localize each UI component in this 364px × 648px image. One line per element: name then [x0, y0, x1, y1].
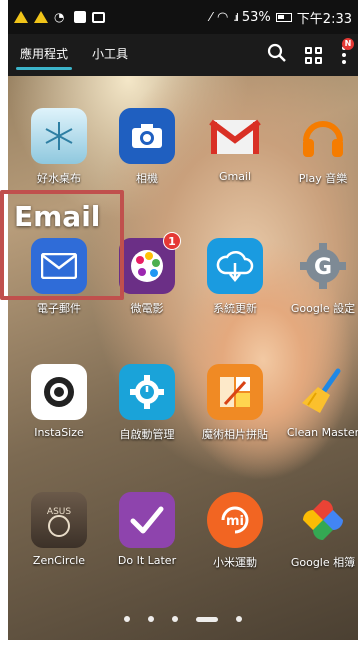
app-label: Clean Master [286, 426, 358, 439]
app-clean-master[interactable]: Clean Master [280, 364, 358, 439]
signal-icon: .ıl [233, 10, 238, 24]
app-label: Google 相簿 [290, 556, 356, 569]
pinwheel-icon [295, 492, 351, 548]
snowflake-wallpaper-icon [31, 108, 87, 164]
checkmark-icon [119, 492, 175, 548]
wifi-icon: ◠ [216, 9, 229, 25]
gmail-icon [207, 108, 263, 164]
instasize-lens-icon [31, 364, 87, 420]
app-instasize[interactable]: InstaSize [16, 364, 102, 439]
headphones-icon [295, 108, 351, 164]
svg-text:G: G [314, 255, 332, 280]
app-google-photos[interactable]: Google 相簿 [280, 492, 358, 570]
app-label: ZenCircle [32, 554, 86, 567]
app-label: 小米運動 [213, 556, 257, 569]
svg-text:mi: mi [226, 514, 244, 529]
app-mi-sport[interactable]: mi 小米運動 [192, 492, 278, 570]
search-icon[interactable] [267, 43, 287, 68]
warning-icon [34, 11, 48, 23]
camera-icon [119, 108, 175, 164]
notification-badge: 1 [163, 232, 181, 250]
mute-icon: ⁄ [209, 10, 212, 24]
app-wallpaper[interactable]: 好水桌布 [16, 108, 102, 186]
email-annotation-label: Email [14, 200, 101, 233]
page-dot[interactable] [124, 616, 130, 622]
app-label: 好水桌布 [37, 172, 81, 185]
battery-percent: 53% [241, 9, 271, 25]
notification-icons: ◔ [14, 10, 105, 24]
app-label: Play 音樂 [298, 172, 348, 185]
app-label: 相機 [136, 172, 158, 185]
app-zencircle[interactable]: ASUS ZenCircle [16, 492, 102, 567]
app-autostart-manager[interactable]: 自啟動管理 [104, 364, 190, 442]
app-google-settings[interactable]: G Google 設定 [280, 238, 358, 316]
clock: 下午2:33 [296, 11, 352, 27]
broom-icon [295, 364, 351, 420]
layout-grid-icon[interactable] [305, 46, 322, 64]
status-bar: ◔ ⁄ ◠ .ıl 53% 下午2:33 [8, 0, 358, 34]
tab-widgets[interactable]: 小工具 [80, 34, 140, 76]
app-photo-collage[interactable]: 魔術相片拼貼 [192, 364, 278, 442]
app-label: 電子郵件 [37, 302, 81, 315]
page-indicator [8, 616, 358, 622]
app-label: Google 設定 [290, 302, 356, 315]
zencircle-icon: ASUS [31, 492, 87, 548]
app-label: Gmail [218, 170, 252, 183]
app-system-update[interactable]: 系統更新 [192, 238, 278, 316]
google-settings-icon: G [295, 238, 351, 294]
page-dot[interactable] [172, 616, 178, 622]
film-palette-icon: 1 [119, 232, 181, 294]
app-gmail[interactable]: Gmail [192, 108, 278, 183]
app-play-music[interactable]: Play 音樂 [280, 108, 358, 186]
app-label: Do It Later [117, 554, 177, 567]
app-label: 微電影 [130, 302, 164, 315]
app-label: 系統更新 [213, 302, 257, 315]
gear-power-icon [119, 364, 175, 420]
cloud-download-icon [207, 238, 263, 294]
app-drawer-header: 應用程式 小工具 N [8, 34, 358, 76]
photo-collage-icon [207, 364, 263, 420]
mi-sport-icon: mi [207, 492, 263, 548]
tab-widgets-label: 小工具 [92, 47, 129, 61]
phone-screen: ◔ ⁄ ◠ .ıl 53% 下午2:33 應用程式 小工具 N 好水桌布 相機 … [8, 0, 358, 640]
more-options-icon[interactable]: N [340, 38, 354, 64]
app-label: 魔術相片拼貼 [202, 428, 268, 441]
page-dot[interactable] [236, 616, 242, 622]
page-dot-active[interactable] [196, 616, 218, 622]
app-do-it-later[interactable]: Do It Later [104, 492, 190, 567]
document-icon [74, 11, 86, 23]
app-camera[interactable]: 相機 [104, 108, 190, 186]
wifi-notification-icon: ◔ [54, 10, 65, 24]
tab-apps-label: 應用程式 [20, 47, 69, 61]
tab-apps[interactable]: 應用程式 [8, 34, 80, 76]
warning-icon [14, 11, 28, 23]
app-label: 自啟動管理 [119, 428, 175, 441]
image-icon [92, 11, 105, 23]
app-label: InstaSize [34, 426, 84, 439]
battery-icon [275, 12, 292, 22]
page-dot[interactable] [148, 616, 154, 622]
new-badge: N [342, 38, 354, 50]
